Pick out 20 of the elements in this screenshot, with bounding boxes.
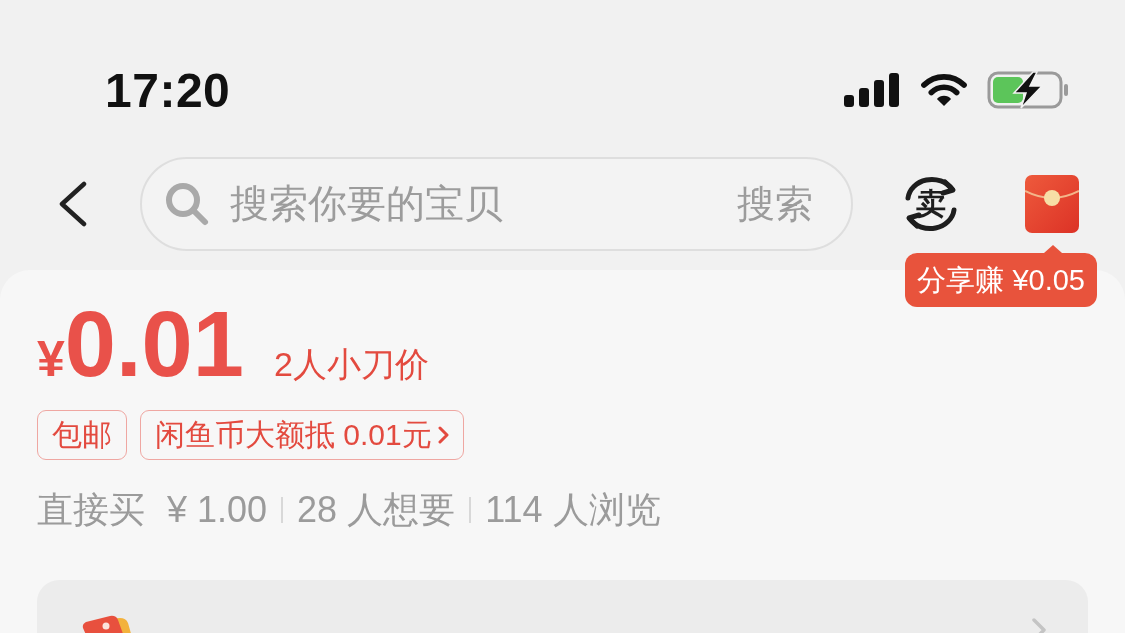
sell-button[interactable]: 卖 [903,174,959,234]
stat-count: 28 人想要 [297,487,456,532]
search-field[interactable]: 搜索你要的宝贝 搜索 [140,157,853,251]
stat-count: 114 人浏览 [485,487,661,532]
signal-icon [844,73,901,107]
price-note: 2人小刀价 [273,344,429,385]
wifi-icon [919,73,969,107]
search-icon [164,181,210,227]
search-button[interactable]: 搜索 [737,178,813,230]
chevron-icon [437,426,449,444]
envelope-icon[interactable] [1025,175,1079,233]
buy-label: 直接买 [37,487,145,532]
coin-discount-tag[interactable]: 闲鱼币大额抵 0.01元 [140,410,464,460]
shipping-tag: 包邮 [37,410,127,460]
buy-price: ¥ 1.00 [167,489,268,531]
status-time: 17:20 [105,62,231,118]
cycle-arrows-icon [903,174,959,234]
battery-charging-icon [987,71,1069,109]
price-text: ¥0.01 [37,298,244,390]
back-icon[interactable] [58,181,88,227]
